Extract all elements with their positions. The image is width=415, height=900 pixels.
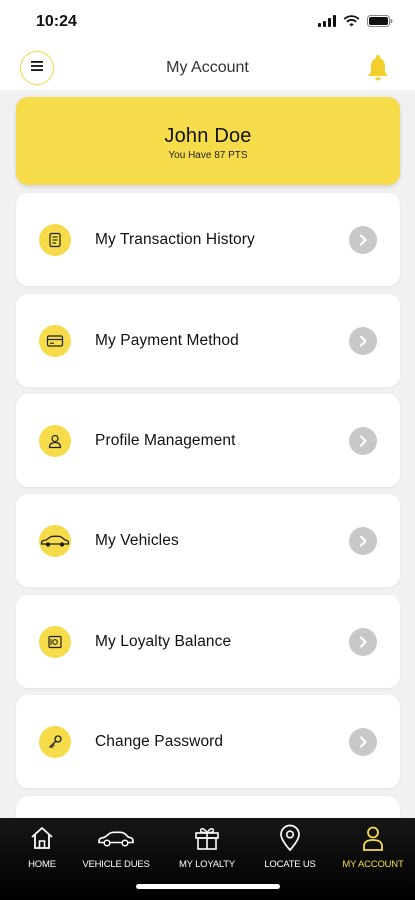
chevron-right-icon bbox=[349, 728, 377, 756]
notifications-button[interactable] bbox=[365, 54, 391, 82]
status-time: 10:24 bbox=[36, 13, 77, 30]
page-title: My Account bbox=[166, 59, 249, 76]
loyalty-points-text: You Have 87 PTS bbox=[168, 150, 248, 161]
nav-my-loyalty[interactable]: MY LOYALTY bbox=[167, 824, 247, 870]
signal-icon bbox=[318, 14, 336, 32]
battery-icon bbox=[367, 14, 393, 32]
user-icon bbox=[39, 425, 71, 457]
nav-label: MY LOYALTY bbox=[178, 859, 236, 870]
credit-card-icon bbox=[39, 325, 71, 357]
app-header: My Account bbox=[0, 46, 415, 90]
menu-item-payment-method[interactable]: My Payment Method bbox=[16, 294, 400, 387]
wifi-icon bbox=[343, 14, 360, 32]
chevron-right-icon bbox=[349, 427, 377, 455]
menu-item-label: Change Password bbox=[95, 733, 224, 750]
home-indicator bbox=[136, 884, 280, 889]
home-icon bbox=[2, 824, 82, 852]
chevron-right-icon bbox=[349, 628, 377, 656]
menu-item-loyalty-balance[interactable]: My Loyalty Balance bbox=[16, 595, 400, 688]
car-icon bbox=[76, 824, 156, 852]
profile-name: John Doe bbox=[164, 125, 252, 147]
gift-icon bbox=[167, 824, 247, 852]
nav-label: VEHICLE DUES bbox=[82, 859, 150, 870]
nav-vehicle-dues[interactable]: VEHICLE DUES bbox=[76, 824, 156, 870]
car-icon bbox=[39, 525, 71, 557]
menu-item-profile-management[interactable]: Profile Management bbox=[16, 394, 400, 487]
menu-item-label: My Transaction History bbox=[95, 231, 255, 248]
nav-label: HOME bbox=[28, 859, 56, 870]
receipt-icon bbox=[39, 224, 71, 256]
nav-label: LOCATE US bbox=[264, 859, 316, 870]
menu-item-change-password[interactable]: Change Password bbox=[16, 695, 400, 788]
menu-item-label: My Vehicles bbox=[95, 532, 179, 549]
safe-icon bbox=[39, 626, 71, 658]
chevron-right-icon bbox=[349, 226, 377, 254]
nav-locate-us[interactable]: LOCATE US bbox=[250, 824, 330, 870]
menu-item-my-vehicles[interactable]: My Vehicles bbox=[16, 494, 400, 587]
bell-icon bbox=[365, 55, 391, 86]
nav-my-account[interactable]: MY ACCOUNT bbox=[333, 824, 413, 870]
status-bar: 10:24 bbox=[0, 0, 415, 46]
chevron-right-icon bbox=[349, 327, 377, 355]
menu-item-label: Profile Management bbox=[95, 432, 236, 449]
status-icons bbox=[318, 14, 393, 32]
chevron-right-icon bbox=[349, 527, 377, 555]
nav-label: MY ACCOUNT bbox=[342, 859, 404, 870]
location-pin-icon bbox=[250, 824, 330, 852]
menu-item-label: My Payment Method bbox=[95, 332, 239, 349]
key-icon bbox=[39, 726, 71, 758]
profile-card: John Doe You Have 87 PTS bbox=[16, 97, 400, 185]
menu-item-label: My Loyalty Balance bbox=[95, 633, 232, 650]
menu-item-transaction-history[interactable]: My Transaction History bbox=[16, 193, 400, 286]
nav-home[interactable]: HOME bbox=[2, 824, 82, 870]
user-icon bbox=[333, 824, 413, 852]
